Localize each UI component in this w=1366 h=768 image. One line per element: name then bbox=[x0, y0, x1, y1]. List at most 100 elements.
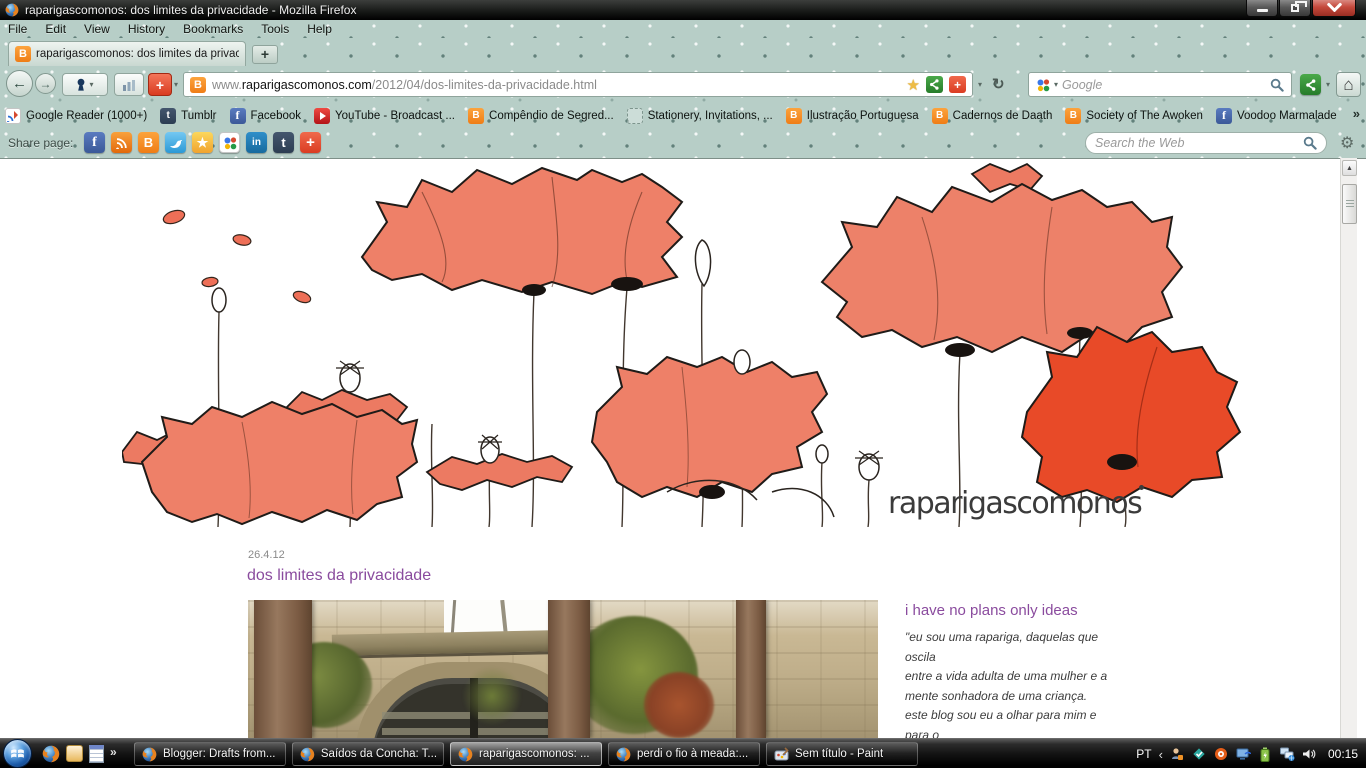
bookmark-stationery[interactable]: Stationery, Invitations, ... bbox=[626, 107, 773, 124]
sidebar-about-text: "eu sou uma rapariga, daquelas que oscil… bbox=[905, 628, 1120, 738]
share-twitter-icon[interactable] bbox=[165, 132, 186, 153]
minimize-button[interactable] bbox=[1246, 0, 1278, 17]
task-button-saidos-da-concha[interactable]: Saídos da Concha: T... bbox=[292, 742, 444, 766]
quicklaunch-firefox[interactable] bbox=[42, 745, 60, 763]
reload-button[interactable]: ↻ bbox=[992, 75, 1005, 93]
menu-tools[interactable]: Tools bbox=[261, 22, 289, 36]
share-tumblr-icon[interactable]: t bbox=[273, 132, 294, 153]
bar-chart-icon bbox=[123, 79, 135, 91]
tray-user-icon[interactable] bbox=[1170, 747, 1185, 762]
task-button-perdi-o-fio[interactable]: perdi o fio à meada:... bbox=[608, 742, 760, 766]
add-share-icon[interactable]: + bbox=[949, 76, 966, 93]
stats-button[interactable] bbox=[114, 73, 144, 96]
menu-help[interactable]: Help bbox=[307, 22, 332, 36]
bookmark-voodoo[interactable]: f Voodoo Marmalade bbox=[1215, 107, 1337, 124]
settings-gear-icon[interactable]: ⚙ bbox=[1340, 133, 1354, 153]
share-rss-icon[interactable] bbox=[111, 132, 132, 153]
firefox-icon bbox=[616, 747, 631, 762]
menu-bookmarks[interactable]: Bookmarks bbox=[183, 22, 243, 36]
share-page-label: Share page: bbox=[8, 136, 74, 150]
bookmark-compendio[interactable]: B Compêndio de Segred... bbox=[468, 107, 614, 124]
share-button[interactable] bbox=[1300, 74, 1321, 95]
forward-button[interactable]: → bbox=[35, 73, 56, 94]
post-photo[interactable] bbox=[248, 600, 878, 738]
add-button[interactable]: + bbox=[148, 73, 172, 96]
scroll-up-button[interactable]: ▲ bbox=[1342, 160, 1357, 176]
identity-keyhole-button[interactable]: ▾ bbox=[62, 73, 108, 96]
window-titlebar[interactable]: raparigascomonos: dos limites da privaci… bbox=[0, 0, 1366, 20]
urlbar-dropdown-icon[interactable]: ▾ bbox=[978, 80, 982, 89]
scroll-thumb[interactable] bbox=[1342, 184, 1357, 224]
chevron-down-icon[interactable]: ▾ bbox=[174, 80, 178, 89]
bookmark-google-reader[interactable]: Google Reader (1000+) bbox=[5, 107, 147, 124]
bookmark-facebook[interactable]: f Facebook bbox=[229, 107, 301, 124]
home-button[interactable]: ⌂ bbox=[1336, 72, 1361, 97]
tray-app-icon[interactable] bbox=[1214, 747, 1229, 762]
web-search-box[interactable] bbox=[1085, 132, 1327, 154]
bookmark-cadernos[interactable]: B Cadernos de Daath bbox=[931, 107, 1052, 124]
quicklaunch-notes[interactable] bbox=[66, 745, 83, 762]
url-bar[interactable]: B www.raparigascomonos.com/2012/04/dos-l… bbox=[183, 72, 973, 97]
bookmark-youtube[interactable]: YouTube - Broadcast ... bbox=[314, 107, 455, 124]
ivy-center bbox=[462, 666, 522, 726]
new-tab-button[interactable]: + bbox=[252, 45, 278, 64]
tray-network-icon[interactable] bbox=[1279, 747, 1295, 762]
tray-display-icon[interactable] bbox=[1236, 747, 1251, 762]
share-google-icon[interactable] bbox=[219, 132, 240, 153]
blog-logo[interactable]: raparigascomonos bbox=[888, 485, 1145, 521]
menu-edit[interactable]: Edit bbox=[45, 22, 66, 36]
start-button[interactable] bbox=[3, 739, 32, 768]
search-icon[interactable] bbox=[1270, 78, 1284, 92]
scroll-grip bbox=[1345, 200, 1354, 208]
back-button[interactable]: ← bbox=[6, 70, 33, 97]
tray-shield-icon[interactable] bbox=[1192, 747, 1207, 762]
blogger-icon: B bbox=[785, 107, 802, 124]
web-search-input[interactable] bbox=[1095, 136, 1299, 150]
task-button-paint[interactable]: Sem título - Paint bbox=[766, 742, 918, 766]
window-title: raparigascomonos: dos limites da privaci… bbox=[25, 3, 357, 17]
google-reader-icon bbox=[5, 107, 21, 124]
menu-history[interactable]: History bbox=[128, 22, 165, 36]
task-button-raparigascomonos[interactable]: raparigascomonos: ... bbox=[450, 742, 602, 766]
firefox-logo-icon bbox=[5, 3, 19, 17]
share-bookmark-icon[interactable]: ★ bbox=[192, 132, 213, 153]
quicklaunch-chevron[interactable]: » bbox=[110, 745, 117, 759]
restore-button[interactable] bbox=[1279, 0, 1311, 17]
tray-battery-icon[interactable] bbox=[1258, 747, 1273, 762]
share-blogger-icon[interactable]: B bbox=[138, 132, 159, 153]
bookmark-tumblr[interactable]: t Tumblr bbox=[160, 107, 217, 124]
sky-window bbox=[444, 600, 550, 635]
sharethis-icon[interactable] bbox=[926, 76, 943, 93]
bookmarks-overflow-chevron[interactable]: » bbox=[1353, 106, 1360, 121]
share-facebook-icon[interactable]: f bbox=[84, 132, 105, 153]
blog-header-illustration[interactable] bbox=[122, 162, 1242, 527]
rusty-bar bbox=[254, 600, 312, 738]
menu-file[interactable]: File bbox=[8, 22, 27, 36]
search-icon[interactable] bbox=[1303, 136, 1317, 150]
share-dropdown-icon[interactable]: ▾ bbox=[1326, 80, 1330, 89]
tray-language[interactable]: PT bbox=[1136, 747, 1151, 761]
tray-chevron[interactable]: ‹ bbox=[1159, 747, 1163, 762]
tray-volume-icon[interactable] bbox=[1302, 747, 1317, 762]
vertical-scrollbar[interactable]: ▲ bbox=[1340, 158, 1357, 738]
close-button[interactable] bbox=[1312, 0, 1356, 17]
tab-active[interactable]: B raparigascomonos: dos limites da priva… bbox=[8, 41, 246, 66]
desktop-screen: raparigascomonos: dos limites da privaci… bbox=[0, 0, 1366, 768]
bookmark-star-icon[interactable]: ★ bbox=[907, 76, 920, 94]
search-input[interactable] bbox=[1062, 77, 1266, 92]
bookmark-society[interactable]: B Society of The Awoken bbox=[1065, 107, 1203, 124]
quicklaunch-notepad[interactable] bbox=[89, 745, 104, 763]
tray-clock[interactable]: 00:15 bbox=[1328, 747, 1358, 761]
bookmark-ilustracao[interactable]: B Ilustração Portuguesa bbox=[785, 107, 919, 124]
task-button-blogger-drafts[interactable]: Blogger: Drafts from... bbox=[134, 742, 286, 766]
taskbar: » Blogger: Drafts from... Saídos da Conc… bbox=[0, 738, 1366, 768]
share-addthis-icon[interactable]: + bbox=[300, 132, 321, 153]
post-title[interactable]: dos limites da privacidade bbox=[247, 567, 431, 585]
rusty-bar bbox=[736, 600, 766, 738]
firefox-icon bbox=[300, 747, 315, 762]
search-box[interactable]: ▾ bbox=[1028, 72, 1292, 97]
search-engine-dropdown-icon[interactable]: ▾ bbox=[1054, 80, 1058, 89]
menu-view[interactable]: View bbox=[84, 22, 110, 36]
share-linkedin-icon[interactable]: in bbox=[246, 132, 267, 153]
red-vine bbox=[644, 672, 714, 738]
